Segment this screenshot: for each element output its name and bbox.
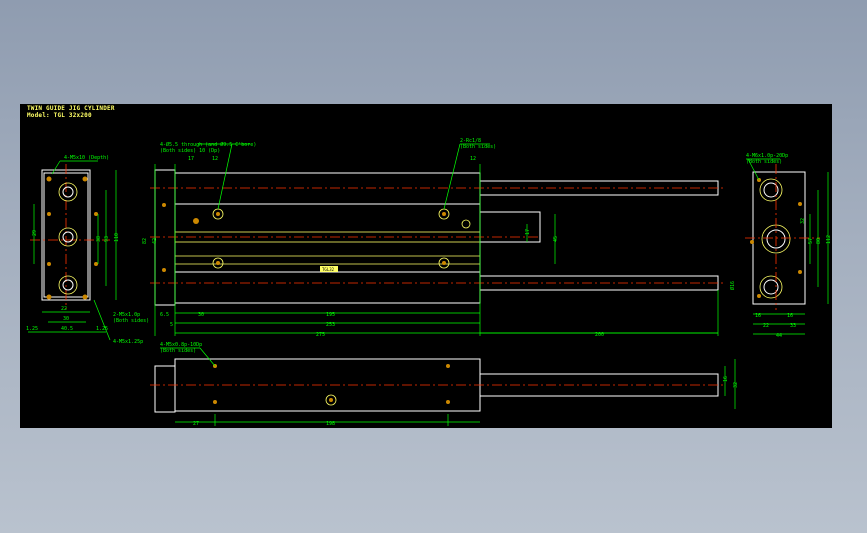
left-dim-110: 110 bbox=[114, 233, 120, 242]
main-callout-top-left1: 4-Ø5.5 through (and Ø9.5 C'bore) bbox=[160, 141, 256, 148]
bottom-dim-198: 198 bbox=[326, 421, 335, 427]
left-callout-bottom2: 4-M5x1.25p bbox=[113, 339, 143, 345]
left-dim-30: 30 bbox=[63, 316, 69, 322]
main-dim-30: 30 bbox=[198, 312, 204, 318]
right-dim-112: 112 bbox=[826, 235, 832, 244]
left-callout-top: 4-M5x10 (Depth) bbox=[64, 155, 109, 161]
main-dim-6-5: 6.5 bbox=[160, 312, 169, 318]
cylinder-drawing: .o { stroke:#ffffff; fill:none; stroke-w… bbox=[26, 138, 832, 427]
main-dim-17: 17 bbox=[188, 156, 194, 162]
left-dim-40-5: 40.5 bbox=[61, 326, 73, 332]
main-dim-rod: Ø16 bbox=[729, 281, 736, 290]
main-callout-top-right2: (Both sides) bbox=[460, 144, 496, 150]
main-dim-17v: 17 bbox=[525, 229, 531, 235]
left-dim-1-25b: 1.25 bbox=[96, 326, 108, 332]
main-dim-275: 275 bbox=[316, 332, 325, 338]
bottom-dim-32: 32 bbox=[733, 382, 739, 388]
right-dim-32: 32 bbox=[800, 218, 806, 224]
right-callout2: (Both sides) bbox=[746, 159, 782, 165]
left-callout-bottom1-sub: (Both sides) bbox=[113, 318, 149, 324]
main-dim-5: 5 bbox=[170, 322, 173, 328]
bottom-dim-27: 27 bbox=[193, 421, 199, 427]
main-dim-253: 253 bbox=[326, 322, 335, 328]
right-dim-16a: 16 bbox=[755, 313, 761, 319]
main-dim-12a: 12 bbox=[212, 156, 218, 162]
right-dim-33: 33 bbox=[790, 323, 796, 329]
right-end-view: 16 16 22 33 44 112 80 57 32 4-M6x1.0p-20… bbox=[745, 153, 832, 339]
right-dim-80: 80 bbox=[816, 238, 822, 244]
right-dim-22: 22 bbox=[763, 323, 769, 329]
left-dim-1-25a: 1.25 bbox=[26, 326, 38, 332]
main-callout-top-left2: (Both sides) 10 (Dp) bbox=[160, 148, 220, 154]
left-dim-93: 93 bbox=[104, 236, 110, 242]
bottom-dim-16: 16 bbox=[723, 376, 729, 382]
main-dim-195: 195 bbox=[326, 312, 335, 318]
right-dim-44: 44 bbox=[776, 333, 782, 339]
main-dim-82: 82 bbox=[142, 238, 148, 244]
main-top-view: TGL32 17 12 12 6.5 5 30 195 253 275 200 … bbox=[142, 138, 736, 338]
cad-drawing-canvas: TWIN GUIDE JIG CYLINDER Model: TGL 32x20… bbox=[20, 104, 832, 428]
bottom-callout2: (Both sides) bbox=[160, 348, 196, 354]
left-end-view: 22 30 40.5 1.25 1.25 110 93 38 29 4-M5x1… bbox=[26, 155, 149, 345]
bottom-side-view: 27 198 16 32 4-M5x0.8p-10Dp (Both sides) bbox=[150, 342, 739, 427]
right-dim-16b: 16 bbox=[787, 313, 793, 319]
main-dim-42: 42 bbox=[152, 238, 158, 244]
main-dim-200: 200 bbox=[595, 332, 604, 338]
left-dim-22: 22 bbox=[61, 306, 67, 312]
left-dim-29: 29 bbox=[32, 230, 38, 236]
left-dim-38: 38 bbox=[96, 236, 102, 242]
main-dim-45: 45 bbox=[553, 236, 559, 242]
right-dim-57: 57 bbox=[808, 238, 814, 244]
main-dim-12b: 12 bbox=[470, 156, 476, 162]
body-stamp: TGL32 bbox=[322, 267, 335, 272]
